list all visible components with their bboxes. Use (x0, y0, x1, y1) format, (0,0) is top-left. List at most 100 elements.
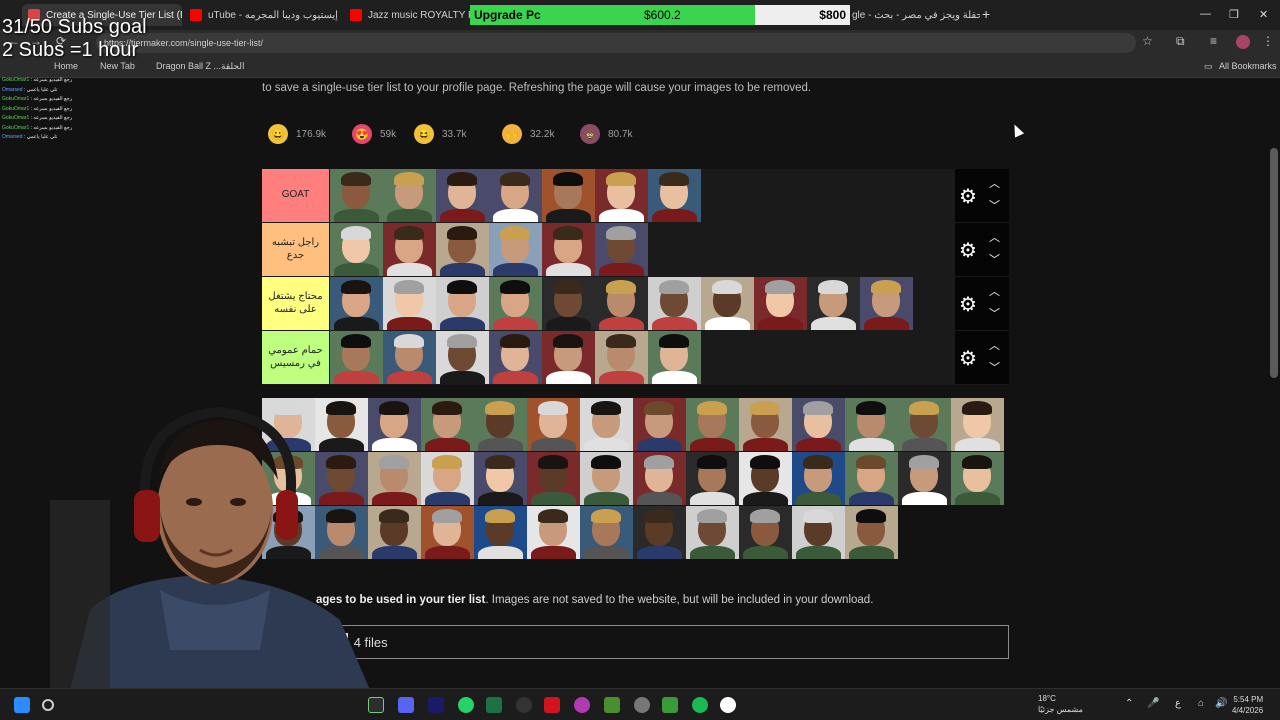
minimize-button[interactable]: — (1200, 8, 1211, 20)
tier-image[interactable] (648, 277, 701, 330)
spotify-icon[interactable] (692, 697, 708, 713)
chevron-up-icon[interactable]: ︿ (989, 175, 1000, 191)
tier-image[interactable] (489, 331, 542, 384)
settings-icon[interactable] (634, 697, 650, 713)
tier-image[interactable] (330, 277, 383, 330)
weather-widget[interactable]: 18°C مشمس جزئيًا (1026, 693, 1083, 715)
bookmark-new-tab[interactable]: New Tab (100, 61, 135, 71)
pool-image[interactable] (421, 398, 474, 451)
pool-image[interactable] (633, 452, 686, 505)
pool-image[interactable] (845, 506, 898, 559)
network-icon[interactable]: ⌂ (1198, 698, 1204, 709)
pool-image[interactable] (580, 452, 633, 505)
acrobat-icon[interactable] (544, 697, 560, 713)
pool-image[interactable] (421, 452, 474, 505)
app-icon[interactable] (574, 697, 590, 713)
pool-image[interactable] (580, 506, 633, 559)
pool-image[interactable] (686, 506, 739, 559)
tier-image[interactable] (595, 331, 648, 384)
tier-image[interactable] (807, 277, 860, 330)
profile-avatar[interactable] (1236, 35, 1250, 49)
chevron-up-icon[interactable]: ︿ (989, 337, 1000, 353)
tier-image[interactable] (595, 169, 648, 222)
microphone-icon[interactable]: 🎤 (1147, 698, 1159, 709)
tier-image[interactable] (542, 169, 595, 222)
pool-image[interactable] (633, 398, 686, 451)
system-clock[interactable]: 5:54 PM 4/4/2026 (1232, 694, 1263, 716)
pool-image[interactable] (474, 398, 527, 451)
minecraft-icon[interactable] (604, 697, 620, 713)
pool-image[interactable] (792, 398, 845, 451)
bookmark-home[interactable]: Home (54, 61, 78, 71)
reaction-laughing[interactable]: 😆 33.7k (414, 119, 466, 149)
gear-icon[interactable]: ⚙ (959, 292, 977, 317)
tier-image[interactable] (489, 169, 542, 222)
gear-icon[interactable]: ⚙ (959, 346, 977, 371)
chevron-down-icon[interactable]: ﹀ (989, 305, 1000, 321)
tier-image[interactable] (330, 169, 383, 222)
pool-image[interactable] (951, 398, 1004, 451)
menu-icon[interactable]: ⋮ (1262, 34, 1274, 48)
tab-youtube-1[interactable]: uTube - إيستيوب وديبا المجرمه ✕ (190, 4, 340, 26)
tier-image[interactable] (701, 277, 754, 330)
gear-icon[interactable]: ⚙ (959, 184, 977, 209)
tier-image[interactable] (860, 277, 913, 330)
tab-google-search[interactable]: gle - حفلة ويجز في مصر - بحث ✕ (852, 4, 980, 26)
pool-image[interactable] (951, 452, 1004, 505)
page-scrollbar[interactable] (1270, 148, 1278, 378)
pool-image[interactable] (686, 452, 739, 505)
pool-image[interactable] (527, 398, 580, 451)
pool-image[interactable] (474, 452, 527, 505)
premiere-icon[interactable] (428, 697, 444, 713)
pool-image[interactable] (527, 506, 580, 559)
discord-icon[interactable] (398, 697, 414, 713)
tier-image[interactable] (489, 223, 542, 276)
excel-icon[interactable] (486, 697, 502, 713)
pool-image[interactable] (474, 506, 527, 559)
maximize-button[interactable]: ❐ (1229, 8, 1239, 21)
pool-image[interactable] (739, 452, 792, 505)
reaction-grin[interactable]: 😀 176.9k (268, 119, 326, 149)
tier-image[interactable] (648, 331, 701, 384)
pool-image[interactable] (633, 506, 686, 559)
tier-image[interactable] (542, 277, 595, 330)
tier-image[interactable] (330, 331, 383, 384)
media-player-icon[interactable] (720, 697, 736, 713)
windows-start-icon[interactable] (14, 697, 30, 713)
reaction-raised-hands[interactable]: 🙌 32.2k (502, 119, 554, 149)
new-tab-button[interactable]: + (982, 6, 990, 22)
all-bookmarks[interactable]: All Bookmarks (1219, 61, 1277, 71)
pool-image[interactable] (898, 452, 951, 505)
tier-image[interactable] (489, 277, 542, 330)
pool-image[interactable] (845, 398, 898, 451)
pool-image[interactable] (739, 398, 792, 451)
pool-image[interactable] (739, 506, 792, 559)
tier-image[interactable] (436, 169, 489, 222)
tier-image[interactable] (595, 223, 648, 276)
url-field[interactable]: https://tiermaker.com/single-use-tier-li… (96, 33, 1136, 53)
tier-image[interactable] (436, 331, 489, 384)
tab-youtube-2[interactable]: Jazz music ROYALTY FREE Bac (350, 4, 470, 26)
tier-image[interactable] (754, 277, 807, 330)
tier-image[interactable] (436, 223, 489, 276)
tier-label[interactable]: محتاج يشتغل على نفسه (262, 277, 329, 330)
chevron-up-icon[interactable]: ︿ (989, 283, 1000, 299)
pool-image[interactable] (898, 398, 951, 451)
tier-image[interactable] (383, 223, 436, 276)
tier-image[interactable] (383, 331, 436, 384)
bookmark-star-icon[interactable]: ☆ (1142, 34, 1153, 48)
tier-image[interactable] (648, 169, 701, 222)
whatsapp-icon[interactable] (458, 697, 474, 713)
language-indicator[interactable]: ع (1175, 698, 1181, 709)
extensions-icon[interactable]: ⧉ (1176, 34, 1185, 49)
bookmark-dragon-ball[interactable]: Dragon Ball Z ...الحلقة (156, 61, 244, 72)
chevron-down-icon[interactable]: ﹀ (989, 359, 1000, 375)
pool-image[interactable] (580, 398, 633, 451)
pool-image[interactable] (686, 398, 739, 451)
tier-image[interactable] (383, 169, 436, 222)
pool-image[interactable] (792, 506, 845, 559)
tier-label[interactable]: راجل تبشبه جدع (262, 223, 329, 276)
tier-image[interactable] (542, 223, 595, 276)
volume-icon[interactable]: 🔊 (1215, 698, 1227, 709)
obs-icon[interactable] (516, 697, 532, 713)
